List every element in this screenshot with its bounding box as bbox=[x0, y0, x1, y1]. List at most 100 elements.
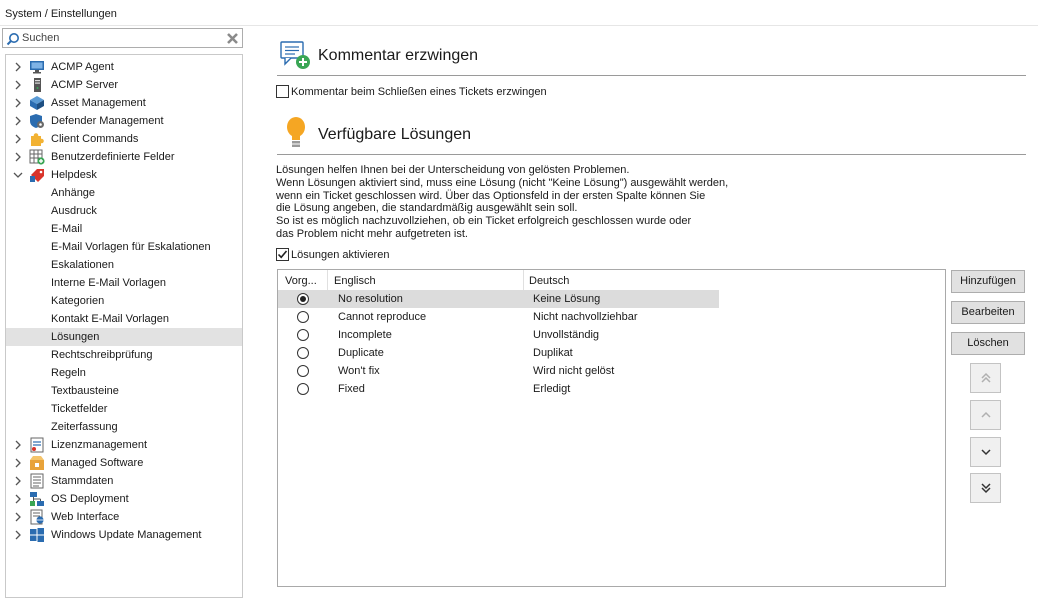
tree-node-eskalationen[interactable]: Eskalationen bbox=[6, 256, 242, 274]
tree-node-label: Client Commands bbox=[51, 133, 139, 145]
tree-node-label: OS Deployment bbox=[51, 493, 129, 505]
move-up-button[interactable] bbox=[970, 400, 1001, 430]
table-add-icon bbox=[29, 149, 45, 165]
chevron-right-icon[interactable] bbox=[13, 62, 23, 72]
tree-node-benutzerdefinierte-felder[interactable]: Benutzerdefinierte Felder bbox=[6, 148, 242, 166]
list-doc-icon bbox=[30, 473, 44, 489]
double-chevron-up-icon bbox=[981, 372, 991, 383]
tree-node-regeln[interactable]: Regeln bbox=[6, 364, 242, 382]
search-box[interactable] bbox=[2, 28, 243, 48]
solution-german: Keine Lösung bbox=[533, 293, 601, 305]
settings-tree[interactable]: ACMP Agent ACMP Server Asset Management Def… bbox=[5, 54, 243, 598]
tree-node-rechtschreibpruefung[interactable]: Rechtschreibprüfung bbox=[6, 346, 242, 364]
tree-node-defender-management[interactable]: Defender Management bbox=[6, 112, 242, 130]
tree-node-os-deployment[interactable]: OS Deployment bbox=[6, 490, 242, 508]
tree-node-label: Defender Management bbox=[51, 115, 164, 127]
windows-icon bbox=[30, 528, 44, 542]
double-chevron-down-icon bbox=[981, 483, 991, 494]
tree-node-managed-software[interactable]: Managed Software bbox=[6, 454, 242, 472]
chevron-right-icon[interactable] bbox=[13, 440, 23, 450]
solution-row[interactable]: Cannot reproduce Nicht nachvollziehbar bbox=[278, 308, 719, 326]
server-icon bbox=[34, 78, 41, 92]
checkmark-icon bbox=[277, 250, 288, 259]
solutions-list[interactable]: Vorg... Englisch Deutsch No resolution Ke… bbox=[277, 269, 946, 587]
tree-node-zeiterfassung[interactable]: Zeiterfassung bbox=[6, 418, 242, 436]
cube-icon bbox=[30, 96, 44, 110]
tree-node-label: Asset Management bbox=[51, 97, 146, 109]
solution-row[interactable]: Duplicate Duplikat bbox=[278, 344, 719, 362]
tree-node-label: Kontakt E-Mail Vorlagen bbox=[51, 313, 170, 325]
tree-node-kategorien[interactable]: Kategorien bbox=[6, 292, 242, 310]
default-solution-radio[interactable] bbox=[297, 383, 309, 395]
tree-node-label: Lizenzmanagement bbox=[51, 439, 148, 451]
default-solution-radio[interactable] bbox=[297, 329, 309, 341]
tree-node-client-commands[interactable]: Client Commands bbox=[6, 130, 242, 148]
lightbulb-icon bbox=[287, 117, 305, 147]
chevron-right-icon[interactable] bbox=[13, 98, 23, 108]
solution-row[interactable]: No resolution Keine Lösung bbox=[278, 290, 719, 308]
search-input[interactable] bbox=[22, 30, 222, 46]
delete-button[interactable]: Löschen bbox=[951, 332, 1025, 355]
tree-node-label: Managed Software bbox=[51, 457, 144, 469]
tree-node-loesungen[interactable]: Lösungen bbox=[6, 328, 242, 346]
clear-search-icon[interactable] bbox=[226, 32, 239, 45]
solution-row[interactable]: Won't fix Wird nicht gelöst bbox=[278, 362, 719, 380]
tree-node-interne-e-mail-vorlagen[interactable]: Interne E-Mail Vorlagen bbox=[6, 274, 242, 292]
enable-solutions-label: Lösungen aktivieren bbox=[291, 249, 390, 261]
default-solution-radio[interactable] bbox=[297, 311, 309, 323]
move-down-button[interactable] bbox=[970, 437, 1001, 467]
enable-solutions-checkbox[interactable] bbox=[276, 248, 289, 261]
tree-node-stammdaten[interactable]: Stammdaten bbox=[6, 472, 242, 490]
column-header-default[interactable]: Vorg... bbox=[278, 270, 328, 290]
helpdesk-tag-icon bbox=[30, 169, 44, 182]
column-header-english[interactable]: Englisch bbox=[328, 270, 524, 290]
tree-node-ausdruck[interactable]: Ausdruck bbox=[6, 202, 242, 220]
solution-english: Duplicate bbox=[338, 347, 384, 359]
chevron-right-icon[interactable] bbox=[13, 80, 23, 90]
tree-node-label: Textbausteine bbox=[51, 385, 119, 397]
license-icon bbox=[30, 437, 44, 453]
tree-node-acmp-server[interactable]: ACMP Server bbox=[6, 76, 242, 94]
force-comment-checkbox[interactable] bbox=[276, 85, 289, 98]
move-to-top-button[interactable] bbox=[970, 363, 1001, 393]
default-solution-radio[interactable] bbox=[297, 365, 309, 377]
default-solution-radio[interactable] bbox=[297, 347, 309, 359]
tree-node-e-mail[interactable]: E-Mail bbox=[6, 220, 242, 238]
tree-node-web-interface[interactable]: Web Interface bbox=[6, 508, 242, 526]
solution-german: Nicht nachvollziehbar bbox=[533, 311, 638, 323]
tree-node-helpdesk[interactable]: Helpdesk bbox=[6, 166, 242, 184]
tree-node-e-mail-vorlagen-fuer-eskalationen[interactable]: E-Mail Vorlagen für Eskalationen bbox=[6, 238, 242, 256]
column-header-german[interactable]: Deutsch bbox=[524, 270, 719, 290]
chevron-right-icon[interactable] bbox=[13, 458, 23, 468]
chevron-right-icon[interactable] bbox=[13, 116, 23, 126]
solution-german: Wird nicht gelöst bbox=[533, 365, 615, 377]
tree-node-acmp-agent[interactable]: ACMP Agent bbox=[6, 58, 242, 76]
solution-row[interactable]: Incomplete Unvollständig bbox=[278, 326, 719, 344]
tree-node-kontakt-e-mail-vorlagen[interactable]: Kontakt E-Mail Vorlagen bbox=[6, 310, 242, 328]
chevron-right-icon[interactable] bbox=[13, 494, 23, 504]
monitor-icon bbox=[30, 61, 44, 74]
tree-node-windows-update-management[interactable]: Windows Update Management bbox=[6, 526, 242, 544]
chevron-right-icon[interactable] bbox=[13, 134, 23, 144]
force-comment-label: Kommentar beim Schließen eines Tickets e… bbox=[291, 86, 547, 98]
tree-node-textbausteine[interactable]: Textbausteine bbox=[6, 382, 242, 400]
chevron-right-icon[interactable] bbox=[13, 476, 23, 486]
tree-node-label: Ticketfelder bbox=[51, 403, 108, 415]
default-solution-radio[interactable] bbox=[297, 293, 309, 305]
solution-english: Fixed bbox=[338, 383, 365, 395]
tree-node-anhaenge[interactable]: Anhänge bbox=[6, 184, 242, 202]
chevron-right-icon[interactable] bbox=[13, 512, 23, 522]
chevron-down-icon[interactable] bbox=[13, 170, 23, 180]
solution-german: Unvollständig bbox=[533, 329, 600, 341]
edit-button[interactable]: Bearbeiten bbox=[951, 301, 1025, 324]
chevron-right-icon[interactable] bbox=[13, 152, 23, 162]
solution-row[interactable]: Fixed Erledigt bbox=[278, 380, 719, 398]
solution-english: Won't fix bbox=[338, 365, 380, 377]
move-to-bottom-button[interactable] bbox=[970, 473, 1001, 503]
tree-node-asset-management[interactable]: Asset Management bbox=[6, 94, 242, 112]
add-button[interactable]: Hinzufügen bbox=[951, 270, 1025, 293]
tree-node-ticketfelder[interactable]: Ticketfelder bbox=[6, 400, 242, 418]
chevron-right-icon[interactable] bbox=[13, 530, 23, 540]
solution-german: Erledigt bbox=[533, 383, 571, 395]
tree-node-lizenzmanagement[interactable]: Lizenzmanagement bbox=[6, 436, 242, 454]
